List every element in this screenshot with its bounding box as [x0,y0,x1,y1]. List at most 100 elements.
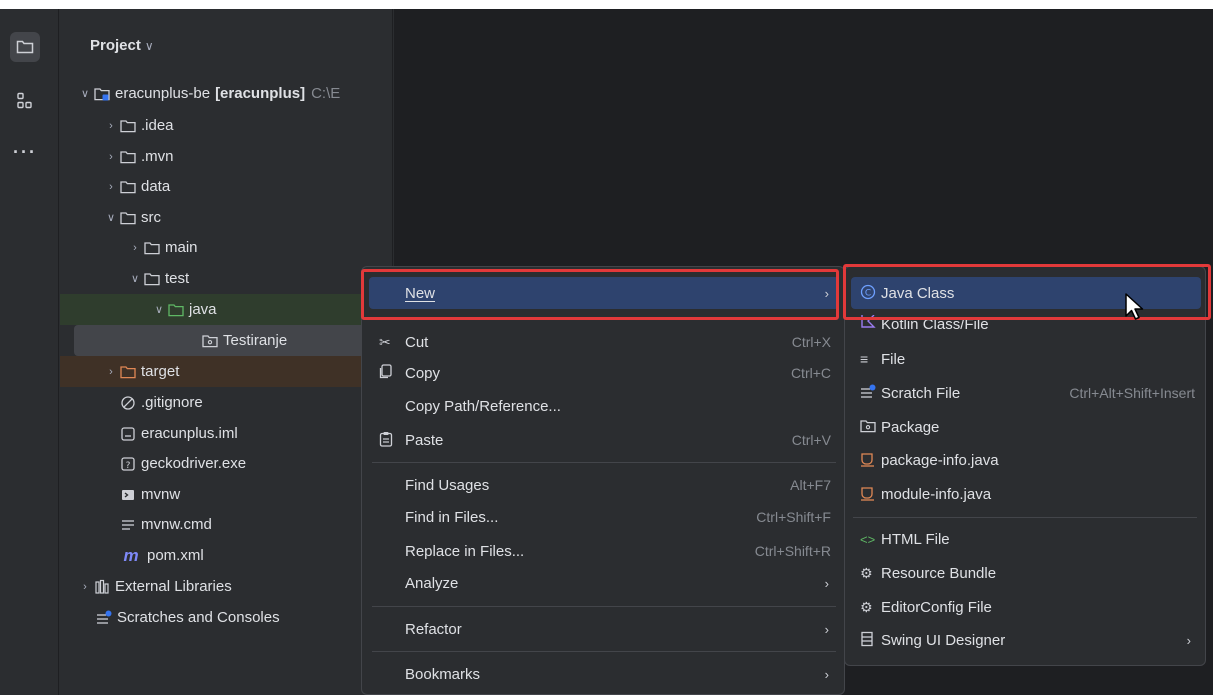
menu-shortcut: Ctrl+Shift+F [756,509,831,525]
tree-row-idea[interactable]: › .idea [60,110,392,141]
submenu-item-package[interactable]: Package [851,411,1201,443]
menu-label: Copy [405,364,441,382]
tree-label: java [189,301,217,318]
paste-icon [369,431,405,450]
chevron-right-icon: › [1186,632,1191,648]
submenu-item-resource-bundle[interactable]: ⚙ Resource Bundle [851,557,1201,589]
tree-label: data [141,178,171,195]
tree-row-mvn[interactable]: › .mvn [60,141,392,172]
chevron-down-icon: ∨ [144,39,154,53]
tree-row-mvnw-cmd[interactable]: mvnw.cmd [60,509,392,540]
submenu-item-html-file[interactable]: <> HTML File [851,523,1201,555]
tree-row-pom[interactable]: m pom.xml [60,540,392,571]
scratch-icon [96,610,112,626]
structure-tool-button[interactable] [10,86,40,116]
menu-item-find-usages[interactable]: Find Usages Alt+F7 [369,469,839,501]
unknown-file-icon: ? [120,456,136,472]
editorconfig-icon: ⚙ [860,598,873,615]
tree-row-src[interactable]: ∨ src [60,202,392,233]
menu-item-paste[interactable]: Paste Ctrl+V [369,424,839,456]
tree-row-scratches[interactable]: Scratches and Consoles [60,602,392,633]
chevron-right-icon: › [824,621,829,637]
menu-shortcut: Ctrl+Shift+R [754,543,831,559]
submenu-shortcut: Ctrl+Alt+Shift+Insert [1069,385,1195,401]
tree-label: mvnw [141,486,181,503]
chevron-right-icon: › [824,666,829,682]
tree-label: .idea [141,117,174,134]
submenu-item-kotlin[interactable]: Kotlin Class/File [851,310,1201,332]
scissors-icon: ✂ [379,333,391,350]
tree-row-mvnw[interactable]: mvnw [60,479,392,510]
menu-label: New [405,284,436,302]
chevron-right-icon: › [83,580,87,593]
tree-label: .mvn [141,148,174,165]
context-menu: New › ✂ Cut Ctrl+X Copy Ctrl+C Copy Path… [361,266,845,695]
submenu-item-scratch-file[interactable]: Scratch File Ctrl+Alt+Shift+Insert [851,377,1201,409]
window-top-edge [0,0,1213,9]
menu-item-find-in-files[interactable]: Find in Files... Ctrl+Shift+F [369,501,839,533]
tree-label: Testiranje [223,332,288,349]
menu-item-bookmarks[interactable]: Bookmarks › [369,658,839,690]
tree-row-test[interactable]: ∨ test [60,263,392,294]
excluded-folder-icon [120,364,136,380]
submenu-label: File [881,350,906,368]
tree-label: target [141,363,180,380]
submenu-label: package-info.java [881,451,999,469]
swing-icon [851,631,881,650]
chevron-down-icon: ∨ [154,304,164,316]
kotlin-icon [851,314,881,332]
submenu-item-java-class[interactable]: C Java Class [851,277,1201,309]
menu-label: Paste [405,431,444,449]
java-file-icon [851,485,881,504]
iml-file-icon [120,426,136,442]
tree-row-geckodriver[interactable]: ? geckodriver.exe [60,448,392,479]
menu-shortcut: Ctrl+X [791,334,831,350]
project-tool-button[interactable] [10,32,40,62]
tree-row-target[interactable]: › target [60,356,392,387]
menu-item-copy[interactable]: Copy Ctrl+C [369,357,839,389]
menu-label: Copy Path/Reference... [405,397,561,415]
tree-label: src [141,209,161,226]
submenu-label: Package [881,418,940,436]
tree-row-eracunplus-be[interactable]: ∨ eracunplus-be [eracunplus] C:\E [60,78,392,109]
submenu-item-package-info[interactable]: package-info.java [851,444,1201,476]
submenu-item-file[interactable]: ≡ File [851,343,1201,375]
ignore-file-icon [120,395,136,411]
tree-row-gitignore[interactable]: .gitignore [60,387,392,418]
submenu-item-editorconfig[interactable]: ⚙ EditorConfig File [851,591,1201,623]
menu-label: Refactor [405,620,462,638]
tree-label: .gitignore [141,394,203,411]
mouse-cursor-icon [1125,293,1144,320]
tree-row-java[interactable]: ∨ java [60,294,392,325]
project-panel-header[interactable]: Project ∨ [90,37,154,54]
menu-item-cut[interactable]: ✂ Cut Ctrl+X [369,326,839,358]
chevron-right-icon: › [109,180,113,193]
resource-bundle-icon: ⚙ [860,564,873,581]
more-tools-button[interactable]: ··· [10,137,40,167]
scratch-file-icon [851,384,881,403]
menu-item-new[interactable]: New › [369,277,839,309]
folder-icon [16,40,34,54]
menu-item-copy-path[interactable]: Copy Path/Reference... [369,390,839,422]
menu-item-replace-in-files[interactable]: Replace in Files... Ctrl+Shift+R [369,535,839,567]
tree-row-testiranje[interactable]: Testiranje [74,325,374,356]
test-source-folder-icon [168,302,184,318]
menu-item-analyze[interactable]: Analyze › [369,567,839,599]
menu-label: Find in Files... [405,508,499,526]
tree-row-main[interactable]: › main [60,232,392,263]
folder-icon [144,271,160,287]
menu-separator [372,651,836,652]
library-icon [94,579,110,595]
submenu-item-swing-ui-designer[interactable]: Swing UI Designer › [851,624,1201,656]
submenu-item-module-info[interactable]: module-info.java [851,478,1201,510]
tree-row-external-libraries[interactable]: › External Libraries [60,571,392,602]
module-path: C:\E [311,85,341,102]
menu-shortcut: Ctrl+C [790,365,831,381]
menu-item-refactor[interactable]: Refactor › [369,613,839,645]
folder-icon [120,210,136,226]
structure-icon [17,92,32,109]
tree-row-iml[interactable]: eracunplus.iml [60,418,392,449]
tool-window-stripe: ··· [0,9,59,695]
tree-label: eracunplus.iml [141,425,238,442]
tree-row-data[interactable]: › data [60,171,392,202]
